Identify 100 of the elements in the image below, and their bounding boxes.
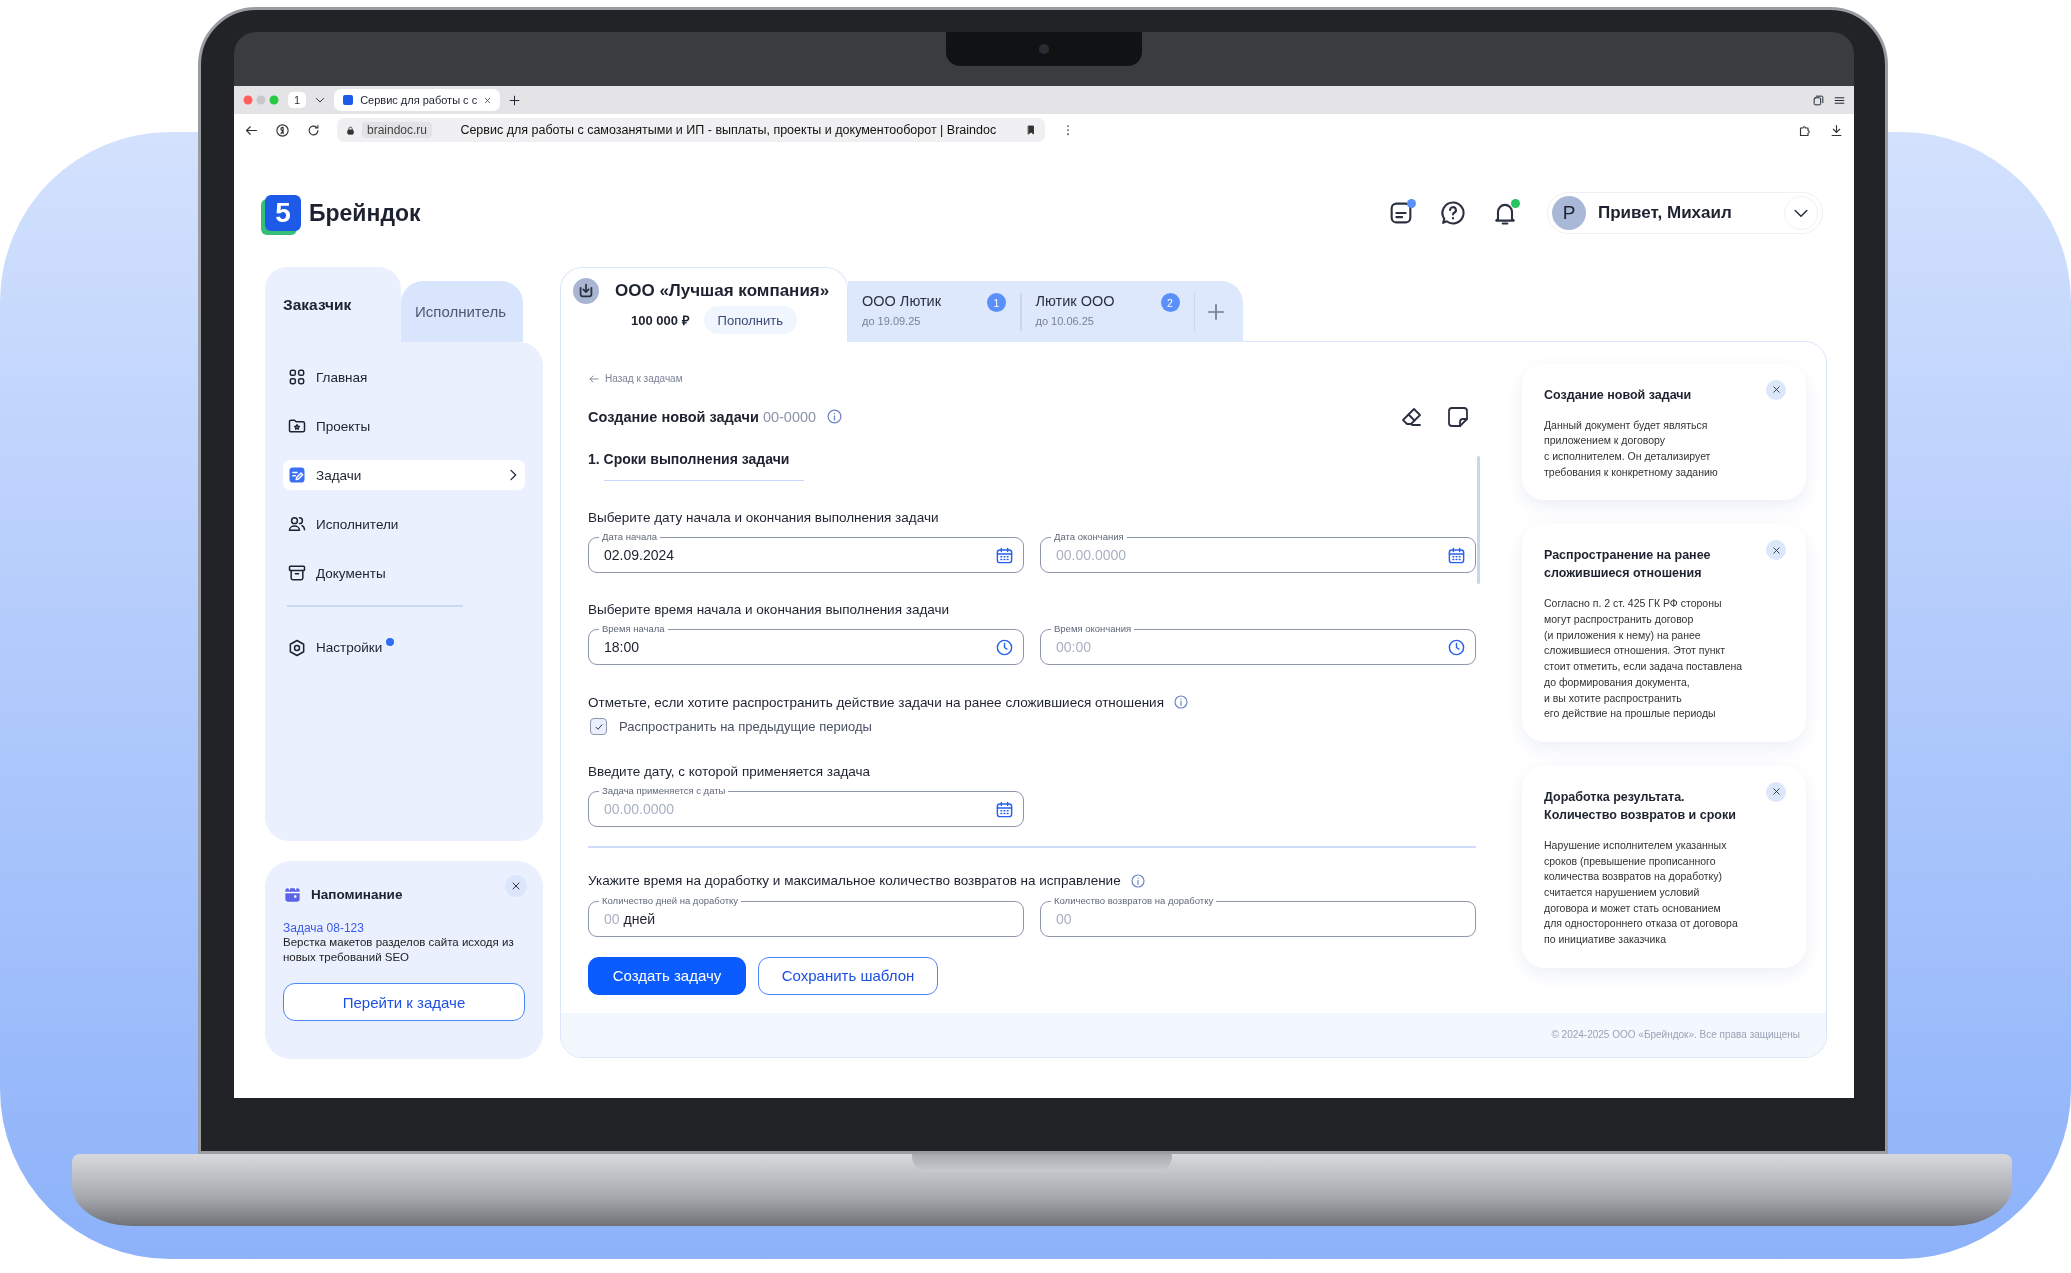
question-label: Выберите время начала и окончания выполнения задачи (588, 602, 950, 617)
company-tab[interactable]: ООО Лютик до 19.09.25 1 (848, 281, 1020, 342)
nav-item[interactable]: Документы (283, 558, 525, 588)
go-to-task-button[interactable]: Перейти к задаче (283, 983, 525, 1021)
card-title: Распространение на ранее сложившиеся отношения (1544, 547, 1712, 583)
nav-item[interactable]: Проекты (283, 411, 525, 441)
field-label: Дата окончания (1051, 531, 1127, 542)
hexagon-icon (287, 637, 307, 658)
logo-text[interactable]: Брейндок (309, 199, 421, 227)
close-button[interactable] (1766, 379, 1786, 400)
balance-text: 100 000 ₽ (631, 312, 690, 329)
company-name: ООО «Лучшая компания» (615, 281, 830, 301)
card-title: Создание новой задачи (1544, 386, 1693, 404)
help-icon (1439, 199, 1467, 227)
checkbox[interactable] (590, 718, 607, 735)
nav-label: Документы (316, 565, 386, 581)
user-menu[interactable]: Р Привет, Михаил (1547, 192, 1823, 234)
sticker-icon (1446, 404, 1470, 429)
avatar: Р (1552, 196, 1586, 230)
field-label: Количество дней на доработку (599, 894, 742, 906)
address-bar[interactable]: braindoc.ru Сервис для работы с самозанятыми и ИП - выплаты, проекты и документооборот | Braindoc (337, 118, 1045, 142)
calendar-icon[interactable] (995, 799, 1014, 819)
close-button[interactable] (1766, 540, 1786, 561)
deadline-text: до 19.09.25 (862, 315, 921, 327)
card-text: Данный документ будет являться приложением к договору с исполнителем. Он детализирует требования к конкретному заданию (1544, 417, 1719, 480)
question-label: Выберите дату начала и окончания выполнения задачи (588, 510, 939, 525)
close-button[interactable] (505, 875, 527, 897)
create-task-button[interactable]: Создать задачу (588, 956, 746, 995)
nav-item[interactable]: Исполнители (283, 509, 525, 539)
clock-icon[interactable] (1447, 637, 1466, 657)
question-label: Отметьте, если хотите распространить действие задачи на ранее сложившиеся отношения (588, 694, 1164, 710)
clock-icon[interactable] (995, 637, 1014, 657)
task-link[interactable]: Задача 08-123 (283, 921, 525, 935)
placeholder-text: 00:00 (1056, 639, 1092, 655)
info-icon[interactable] (826, 408, 844, 425)
close-icon[interactable] (483, 95, 493, 105)
nav-item[interactable]: Главная (283, 362, 525, 392)
field-label: Время окончания (1051, 623, 1135, 634)
role-tab[interactable]: Исполнитель (401, 281, 523, 342)
help-button[interactable] (1439, 199, 1467, 227)
company-name: ООО Лютик (862, 293, 942, 309)
card-text: Согласно п. 2 ст. 425 ГК РФ стороны могут распространить договор (и приложения к нему) на ранее сложившиеся отношения. Этот пункт стоит отметить, если задача поставлена до формирования документа, и вы хотите распространить его действие на прошлые периоды (1544, 596, 1744, 722)
url-text: braindoc.ru (362, 122, 433, 138)
nav-item[interactable]: Настройки (283, 632, 525, 663)
placeholder-text: 00 (1056, 910, 1072, 927)
role-tab[interactable]: Заказчик (265, 267, 401, 342)
top-up-button[interactable]: Пополнить (703, 306, 797, 334)
reminder-title: Напоминание (311, 887, 403, 902)
checkbox-label: Распространить на предыдущие периоды (619, 719, 872, 734)
tab-counter[interactable]: 1 (288, 92, 307, 108)
browser-tab[interactable]: Сервис для работы с с (334, 89, 501, 111)
tabs-icon[interactable] (1812, 93, 1825, 107)
archive-icon (287, 563, 307, 583)
greeting-text: Привет, Михаил (1598, 203, 1733, 223)
nav-item[interactable]: Задачи (283, 460, 525, 490)
note-button[interactable] (1446, 404, 1470, 429)
count-badge: 2 (1160, 293, 1180, 312)
info-icon[interactable] (1129, 872, 1146, 889)
copyright-text: © 2024-2025 ООО «Брейндок». Все права защищены (1551, 1029, 1800, 1040)
save-template-button[interactable]: Сохранить шаблон (758, 956, 938, 995)
download-icon (573, 278, 599, 304)
nav-label: Исполнители (316, 516, 399, 532)
form-title: Создание новой задачи 00-0000 (588, 408, 817, 425)
calendar-icon[interactable] (995, 545, 1014, 565)
question-label: Укажите время на доработку и максимальное количество возвратов на исправление (588, 873, 1121, 888)
nav-label: Настройки (316, 640, 383, 655)
placeholder-text: 00.00.0000 (1056, 547, 1127, 563)
company-tab[interactable]: ООО «Лучшая компания» 100 000 ₽ Пополнить (560, 267, 848, 342)
edit-icon (287, 465, 307, 485)
page-title: Сервис для работы с самозанятыми и ИП - выплаты, проекты и документооборот | Braindoc (459, 123, 998, 137)
card-text: Нарушение исполнителем указанных сроков (превышение прописанного количества возвратов на доработку) считается нарушением условий договора и может стать основанием для одностороннего отказа от договора по инициативе заказчика (1544, 837, 1739, 948)
section-title: 1. Сроки выполнения задачи (588, 450, 790, 469)
download-icon[interactable] (1829, 122, 1844, 138)
placeholder-text: 00 (604, 910, 620, 927)
close-button[interactable] (1766, 781, 1786, 802)
scrollbar[interactable] (1477, 455, 1480, 584)
deadline-text: до 10.06.25 (1035, 315, 1094, 327)
favicon-icon (342, 94, 355, 106)
nav-label: Главная (316, 369, 368, 385)
reload-icon[interactable] (306, 122, 321, 138)
field-label: Время начала (599, 623, 668, 634)
browser-logo-icon[interactable] (275, 122, 290, 138)
count-badge: 1 (987, 293, 1006, 312)
field-value: 18:00 (604, 639, 640, 655)
close-icon (1770, 544, 1782, 556)
close-icon (510, 880, 522, 892)
info-icon[interactable] (1172, 694, 1189, 710)
field-label: Задача применяется с даты (599, 785, 729, 796)
reminder-text: Верстка макетов разделов сайта исходя из новых требований SEO (283, 935, 515, 965)
new-tab-icon[interactable] (508, 93, 522, 107)
folder-icon (287, 416, 307, 436)
back-link[interactable]: Назад к задачам (588, 372, 683, 385)
grid-icon (287, 367, 307, 387)
company-tab[interactable]: Лютик ООО до 10.06.25 2 (1021, 281, 1194, 342)
field-label: Дата начала (599, 531, 661, 542)
field-value: 02.09.2024 (604, 547, 675, 563)
calendar-icon[interactable] (1447, 545, 1466, 565)
nav-label: Проекты (316, 418, 371, 434)
calendar-icon (283, 885, 302, 904)
card-title: Доработка результата. Количество возвратов и сроки (1544, 788, 1737, 824)
